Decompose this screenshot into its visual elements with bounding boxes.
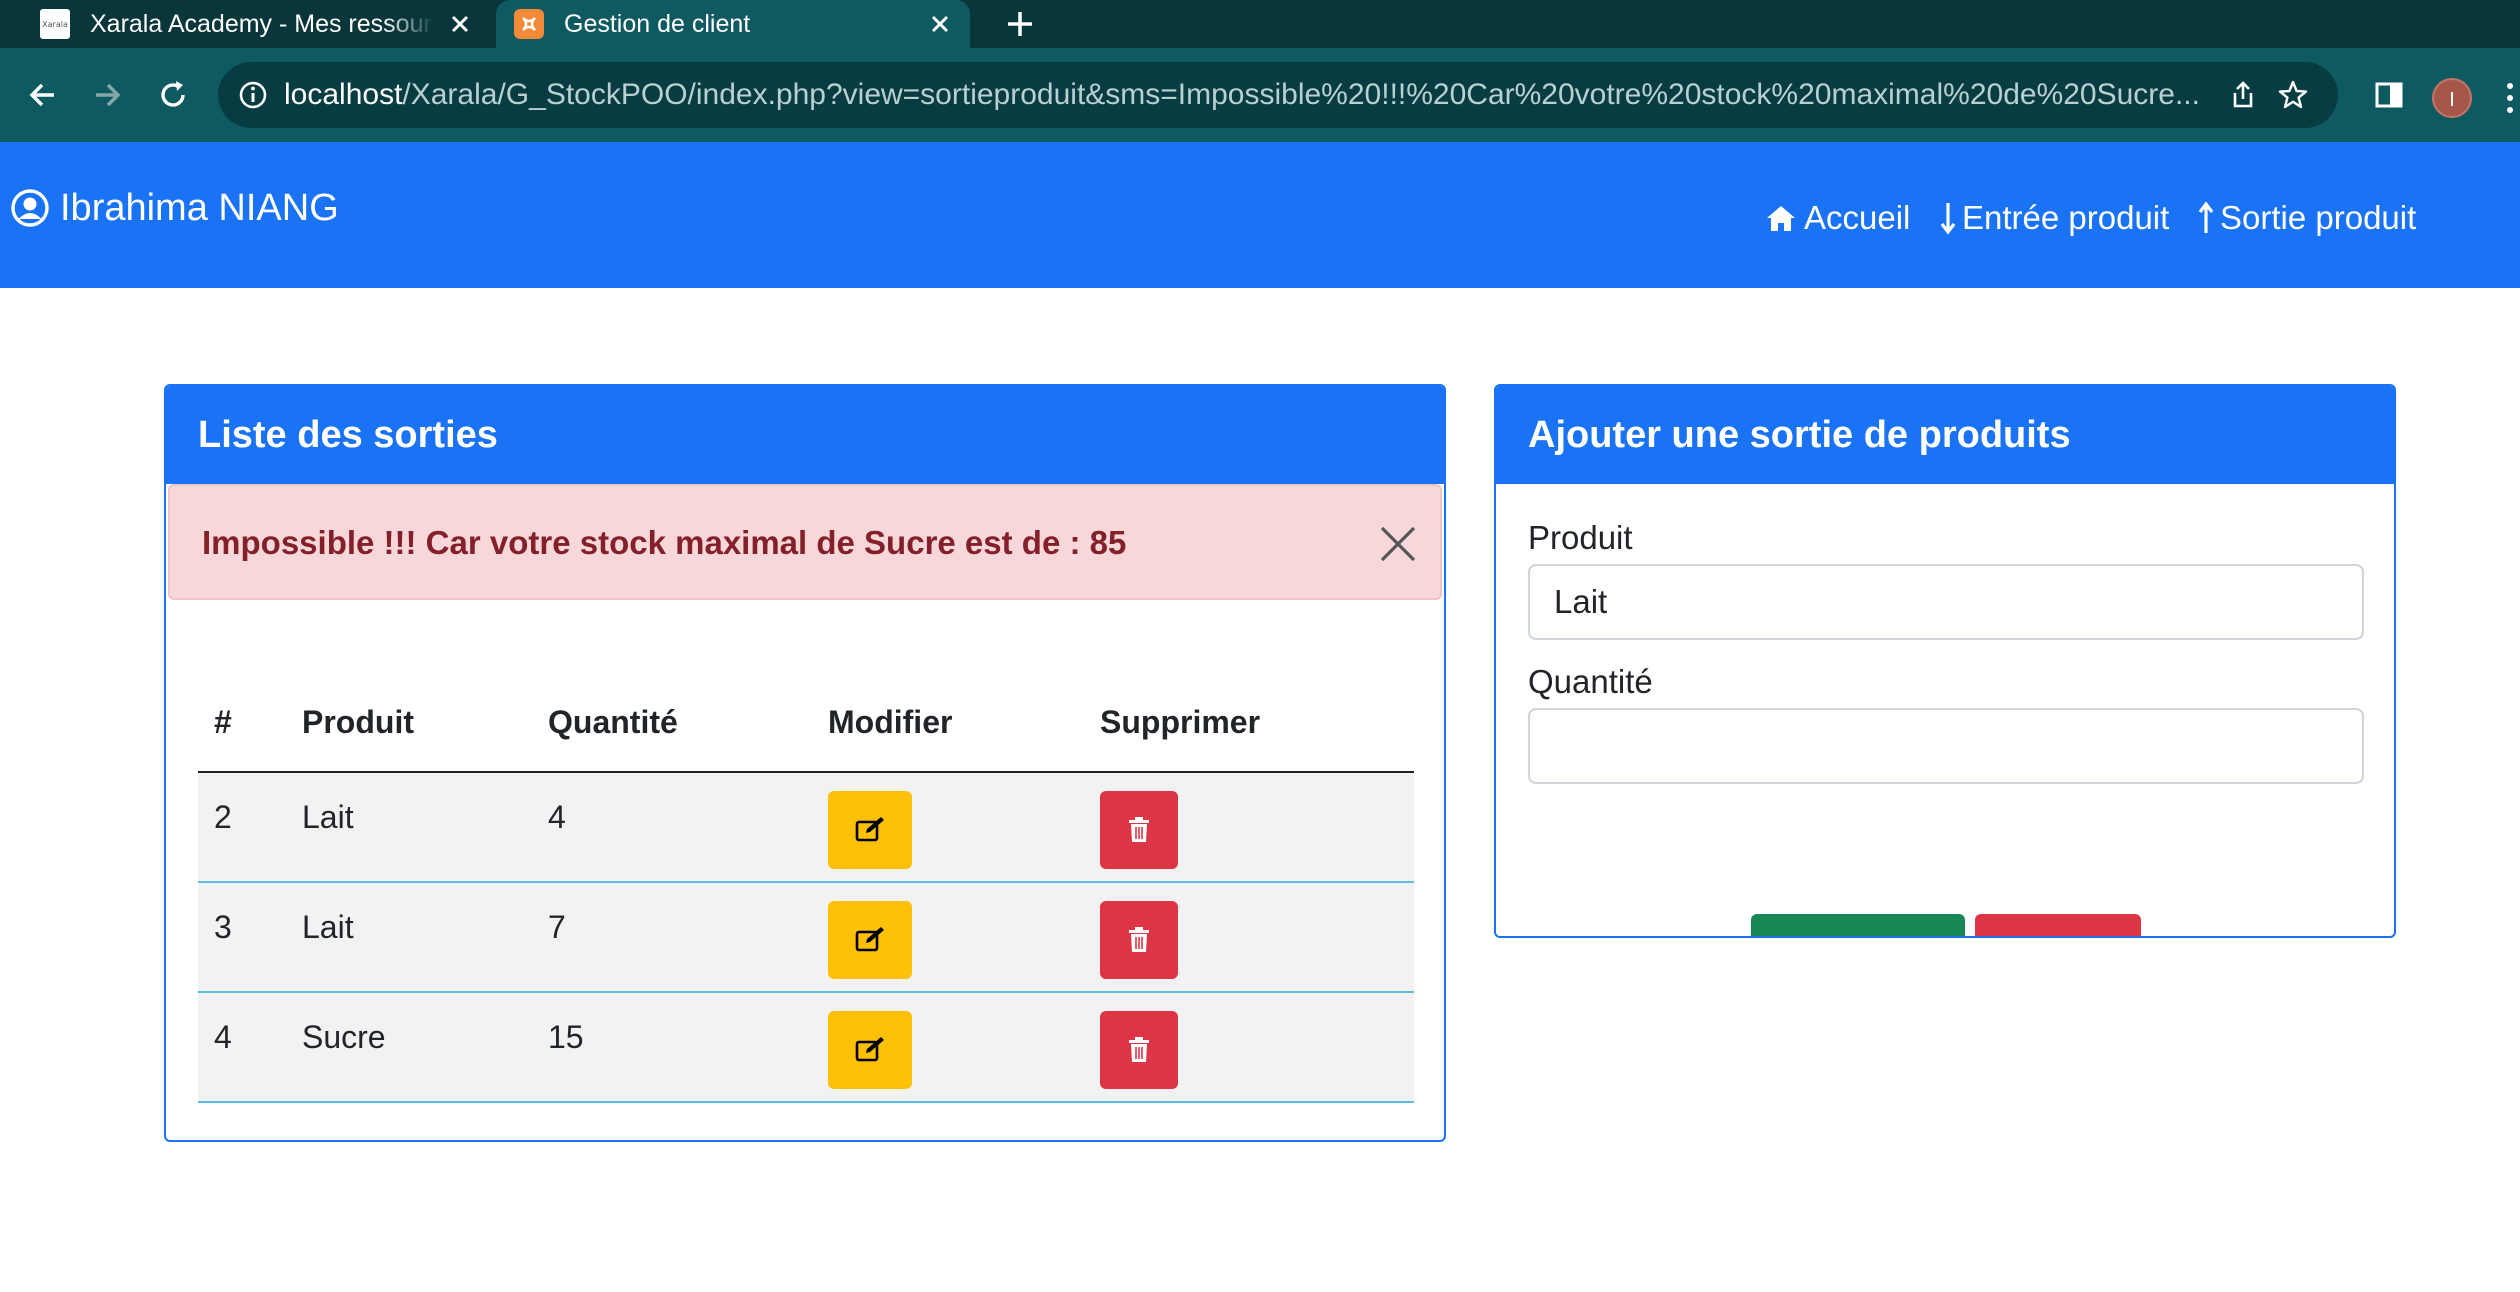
row-quantite: 15 (532, 992, 812, 1103)
bookmark-star-icon[interactable] (2274, 76, 2312, 114)
row-produit: Lait (286, 772, 532, 883)
row-supprimer-cell (1084, 882, 1414, 993)
row-supprimer-cell (1084, 992, 1414, 1103)
sorties-table: # Produit Quantité Modifier Supprimer 2 … (198, 674, 1414, 1103)
column-header-modifier: Modifier (812, 674, 1084, 773)
column-header-produit: Produit (286, 674, 532, 773)
browser-tab-strip: Xarala Xarala Academy - Mes ressources G… (0, 0, 2520, 48)
trash-icon (1129, 927, 1149, 952)
row-modifier-cell (812, 992, 1084, 1103)
xampp-favicon-icon (514, 9, 544, 39)
row-produit: Lait (286, 882, 532, 993)
edit-button[interactable] (828, 1011, 912, 1089)
table-row: 2 Lait 4 (198, 772, 1414, 883)
row-id: 3 (198, 882, 286, 993)
side-panel-icon[interactable] (2364, 70, 2414, 120)
user-circle-icon (10, 188, 50, 228)
edit-icon (855, 1037, 884, 1062)
save-button[interactable]: Enregistrer (1751, 914, 1965, 936)
close-tab-icon[interactable] (444, 8, 476, 40)
row-supprimer-cell (1084, 772, 1414, 883)
column-header-id: # (198, 674, 286, 773)
quantite-label: Quantité (1528, 663, 1653, 700)
nav-link-label: Accueil (1804, 199, 1911, 236)
row-quantite: 4 (532, 772, 812, 883)
form-card-title: Ajouter une sortie de produits (1496, 386, 2394, 484)
list-card-title: Liste des sorties (166, 386, 1444, 484)
form-card: Ajouter une sortie de produits Produit L… (1494, 384, 2396, 938)
table-row: 4 Sucre 15 (198, 992, 1414, 1103)
table-row: 3 Lait 7 (198, 882, 1414, 993)
browser-menu-icon[interactable] (2500, 78, 2520, 118)
share-icon[interactable] (2224, 76, 2262, 114)
column-header-supprimer: Supprimer (1084, 674, 1414, 773)
column-header-quantite: Quantité (532, 674, 812, 773)
cancel-button[interactable]: Annuler (1974, 914, 2141, 936)
list-card: Liste des sorties Impossible !!! Car vot… (164, 384, 1446, 1142)
alert-close-icon[interactable] (1378, 524, 1418, 564)
home-icon (1764, 201, 1798, 235)
url-path: /Xarala/G_StockPOO/index.php?view=sortie… (402, 78, 2200, 111)
tab-title: Gestion de client (564, 9, 751, 38)
reload-icon[interactable] (148, 70, 198, 120)
sortie-form: Produit Lait Quantité Enregistrer Annule… (1528, 516, 2364, 936)
brand[interactable]: Ibrahima NIANG (10, 186, 339, 230)
edit-button[interactable] (828, 901, 912, 979)
produit-select[interactable]: Lait (1528, 564, 2364, 640)
profile-avatar[interactable]: I (2432, 78, 2472, 118)
forward-arrow-icon[interactable] (82, 70, 132, 120)
arrow-up-icon (2196, 201, 2216, 235)
row-id: 4 (198, 992, 286, 1103)
table-header-row: # Produit Quantité Modifier Supprimer (198, 674, 1414, 773)
nav-link-label: Entrée produit (1962, 199, 2170, 236)
url-host: localhost (284, 78, 403, 111)
browser-tab-xarala[interactable]: Xarala Xarala Academy - Mes ressources (20, 0, 490, 48)
site-info-icon[interactable] (236, 78, 270, 112)
error-alert: Impossible !!! Car votre stock maximal d… (168, 484, 1442, 600)
nav-link-accueil[interactable]: Accueil (1764, 198, 1910, 238)
back-arrow-icon[interactable] (18, 70, 68, 120)
row-modifier-cell (812, 772, 1084, 883)
nav-link-sortie-produit[interactable]: Sortie produit (2196, 198, 2416, 238)
row-modifier-cell (812, 882, 1084, 993)
xarala-favicon-icon: Xarala (40, 9, 70, 39)
nav-link-entree-produit[interactable]: Entrée produit (1938, 198, 2169, 238)
url-text[interactable]: localhost/Xarala/G_StockPOO/index.php?vi… (284, 78, 2204, 112)
brand-name: Ibrahima NIANG (60, 187, 339, 229)
row-quantite: 7 (532, 882, 812, 993)
edit-icon (855, 817, 884, 842)
edit-button[interactable] (828, 791, 912, 869)
trash-icon (1129, 817, 1149, 842)
delete-button[interactable] (1100, 901, 1178, 979)
row-id: 2 (198, 772, 286, 883)
alert-message: Impossible !!! Car votre stock maximal d… (202, 524, 1127, 561)
delete-button[interactable] (1100, 791, 1178, 869)
tab-title: Xarala Academy - Mes ressources (90, 9, 435, 38)
edit-icon (855, 927, 884, 952)
form-actions: Enregistrer Annuler (1528, 914, 2364, 936)
close-tab-icon[interactable] (924, 8, 956, 40)
app-navbar: Ibrahima NIANG Accueil Entrée produit So… (0, 142, 2520, 288)
row-produit: Sucre (286, 992, 532, 1103)
delete-button[interactable] (1100, 1011, 1178, 1089)
browser-toolbar: localhost/Xarala/G_StockPOO/index.php?vi… (0, 48, 2520, 142)
trash-icon (1129, 1037, 1149, 1062)
arrow-down-icon (1938, 201, 1958, 235)
new-tab-icon[interactable] (1000, 4, 1040, 44)
browser-tab-gestion[interactable]: Gestion de client (496, 0, 970, 48)
quantite-input[interactable] (1528, 708, 2364, 784)
nav-link-label: Sortie produit (2220, 199, 2417, 236)
produit-label: Produit (1528, 519, 1633, 556)
address-bar[interactable]: localhost/Xarala/G_StockPOO/index.php?vi… (218, 62, 2338, 128)
